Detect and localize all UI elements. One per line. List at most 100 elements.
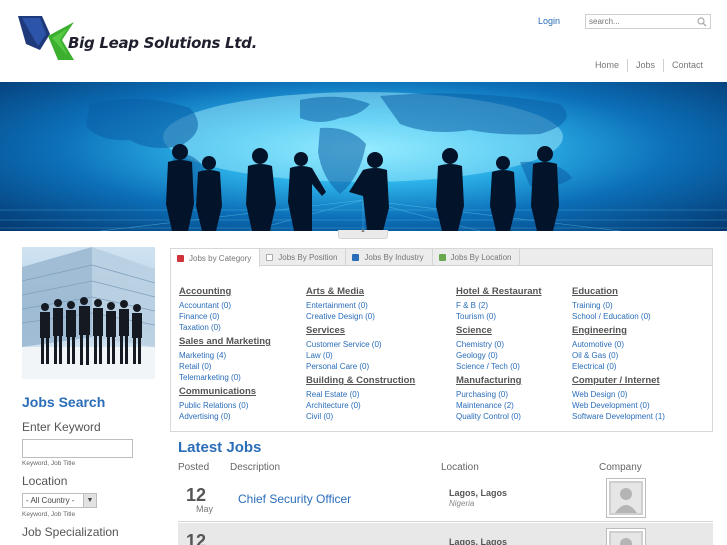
- category-link[interactable]: Web Development (0): [572, 400, 665, 411]
- category-link[interactable]: Finance (0): [179, 311, 271, 322]
- category-link[interactable]: Tourism (0): [456, 311, 542, 322]
- category-link[interactable]: Chemistry (0): [456, 339, 542, 350]
- keyword-input[interactable]: [22, 439, 133, 458]
- category-column: Arts & Media Entertainment (0) Creative …: [306, 286, 415, 425]
- category-group: Arts & Media Entertainment (0) Creative …: [306, 286, 415, 322]
- latest-jobs-title: Latest Jobs: [178, 439, 262, 456]
- category-heading[interactable]: Manufacturing: [456, 375, 542, 387]
- job-day: 12: [186, 531, 207, 545]
- top-nav: Home Jobs Contact: [587, 58, 711, 72]
- world-map-image: [0, 92, 727, 231]
- category-link[interactable]: Electrical (0): [572, 361, 665, 372]
- nav-home[interactable]: Home: [587, 60, 627, 70]
- company-logo[interactable]: [606, 478, 646, 518]
- job-city: Lagos, Lagos: [449, 488, 508, 498]
- category-link[interactable]: Purchasing (0): [456, 389, 542, 400]
- job-city: Lagos, Lagos: [449, 537, 508, 545]
- location-label: Location: [22, 474, 68, 488]
- tab-jobs-by-industry[interactable]: Jobs By Industry: [346, 249, 433, 266]
- country-select[interactable]: - All Country - ▼: [22, 493, 97, 508]
- category-link[interactable]: Web Design (0): [572, 389, 665, 400]
- category-heading[interactable]: Services: [306, 325, 415, 337]
- category-heading[interactable]: Arts & Media: [306, 286, 415, 298]
- category-heading[interactable]: Accounting: [179, 286, 271, 298]
- category-link[interactable]: Entertainment (0): [306, 300, 415, 311]
- category-link[interactable]: Quality Control (0): [456, 411, 542, 422]
- category-heading[interactable]: Building & Construction: [306, 375, 415, 387]
- hero-banner: [0, 82, 727, 231]
- tab-label: Jobs by Category: [189, 253, 252, 263]
- category-link[interactable]: Law (0): [306, 350, 415, 361]
- category-link[interactable]: Public Relations (0): [179, 400, 271, 411]
- category-link[interactable]: Training (0): [572, 300, 665, 311]
- category-link[interactable]: School / Education (0): [572, 311, 665, 322]
- category-heading[interactable]: Computer / Internet: [572, 375, 665, 387]
- site-search: [585, 14, 711, 29]
- banner-toggle[interactable]: ▲: [338, 228, 388, 239]
- category-link[interactable]: Real Estate (0): [306, 389, 415, 400]
- chevron-down-icon: ▼: [83, 494, 96, 507]
- category-link[interactable]: Retail (0): [179, 361, 271, 372]
- search-input[interactable]: [589, 16, 689, 27]
- category-group: Services Customer Service (0) Law (0) Pe…: [306, 325, 415, 372]
- category-heading[interactable]: Science: [456, 325, 542, 337]
- placeholder-image-icon: [609, 531, 643, 545]
- column-header-company: Company: [599, 462, 642, 473]
- category-link[interactable]: Maintenance (2): [456, 400, 542, 411]
- tab-jobs-by-position[interactable]: Jobs By Position: [260, 249, 347, 266]
- company-logo[interactable]: [606, 528, 646, 545]
- category-link[interactable]: Software Development (1): [572, 411, 665, 422]
- category-link[interactable]: Accountant (0): [179, 300, 271, 311]
- team-photo: [22, 247, 155, 379]
- category-link[interactable]: Civil (0): [306, 411, 415, 422]
- job-tabs: Jobs by Category Jobs By Position Jobs B…: [171, 249, 712, 267]
- column-header-location: Location: [441, 462, 479, 473]
- category-group: Accounting Accountant (0) Finance (0) Ta…: [179, 286, 271, 333]
- search-icon[interactable]: [697, 17, 707, 27]
- jobs-search-title: Jobs Search: [22, 394, 106, 410]
- category-link[interactable]: Personal Care (0): [306, 361, 415, 372]
- job-day: 12: [186, 485, 207, 505]
- category-heading[interactable]: Hotel & Restaurant: [456, 286, 542, 298]
- category-group: Sales and Marketing Marketing (4) Retail…: [179, 336, 271, 383]
- nav-jobs[interactable]: Jobs: [628, 60, 663, 70]
- login-link[interactable]: Login: [538, 16, 560, 26]
- column-header-posted: Posted: [178, 462, 210, 473]
- category-link[interactable]: Customer Service (0): [306, 339, 415, 350]
- category-column: Hotel & Restaurant F & B (2) Tourism (0)…: [456, 286, 542, 425]
- job-month: May: [196, 504, 214, 514]
- category-heading[interactable]: Communications: [179, 386, 271, 398]
- tab-label: Jobs By Industry: [364, 253, 424, 262]
- category-column: Accounting Accountant (0) Finance (0) Ta…: [179, 286, 271, 425]
- sidebar: [22, 247, 156, 379]
- category-link[interactable]: Taxation (0): [179, 322, 271, 333]
- job-row[interactable]: 12 May Chief Security Officer Lagos, Lag…: [178, 478, 713, 522]
- category-link[interactable]: Automotive (0): [572, 339, 665, 350]
- category-link[interactable]: Telemarketing (0): [179, 372, 271, 383]
- category-heading[interactable]: Engineering: [572, 325, 665, 337]
- category-link[interactable]: Creative Design (0): [306, 311, 415, 322]
- nav-contact[interactable]: Contact: [664, 60, 711, 70]
- tab-label: Jobs By Location: [450, 253, 512, 262]
- specialization-label: Job Specialization: [22, 525, 119, 539]
- keyword-label: Enter Keyword: [22, 420, 101, 434]
- category-group: Hotel & Restaurant F & B (2) Tourism (0): [456, 286, 542, 322]
- tab-jobs-by-category[interactable]: Jobs by Category: [171, 249, 261, 267]
- job-title-link[interactable]: Chief Security Officer: [238, 492, 351, 506]
- category-link[interactable]: Architecture (0): [306, 400, 415, 411]
- tab-jobs-by-location[interactable]: Jobs By Location: [433, 249, 521, 266]
- category-link[interactable]: F & B (2): [456, 300, 542, 311]
- category-link[interactable]: Geology (0): [456, 350, 542, 361]
- category-group: Communications Public Relations (0) Adve…: [179, 386, 271, 422]
- position-icon: [266, 254, 274, 261]
- category-heading[interactable]: Education: [572, 286, 665, 298]
- category-link[interactable]: Advertising (0): [179, 411, 271, 422]
- category-link[interactable]: Oil & Gas (0): [572, 350, 665, 361]
- category-group: Education Training (0) School / Educatio…: [572, 286, 665, 322]
- category-link[interactable]: Marketing (4): [179, 350, 271, 361]
- category-heading[interactable]: Sales and Marketing: [179, 336, 271, 348]
- job-row[interactable]: 12 Lagos, Lagos: [178, 523, 713, 545]
- category-link[interactable]: Science / Tech (0): [456, 361, 542, 372]
- category-group: Engineering Automotive (0) Oil & Gas (0)…: [572, 325, 665, 372]
- tab-label: Jobs By Position: [278, 253, 338, 262]
